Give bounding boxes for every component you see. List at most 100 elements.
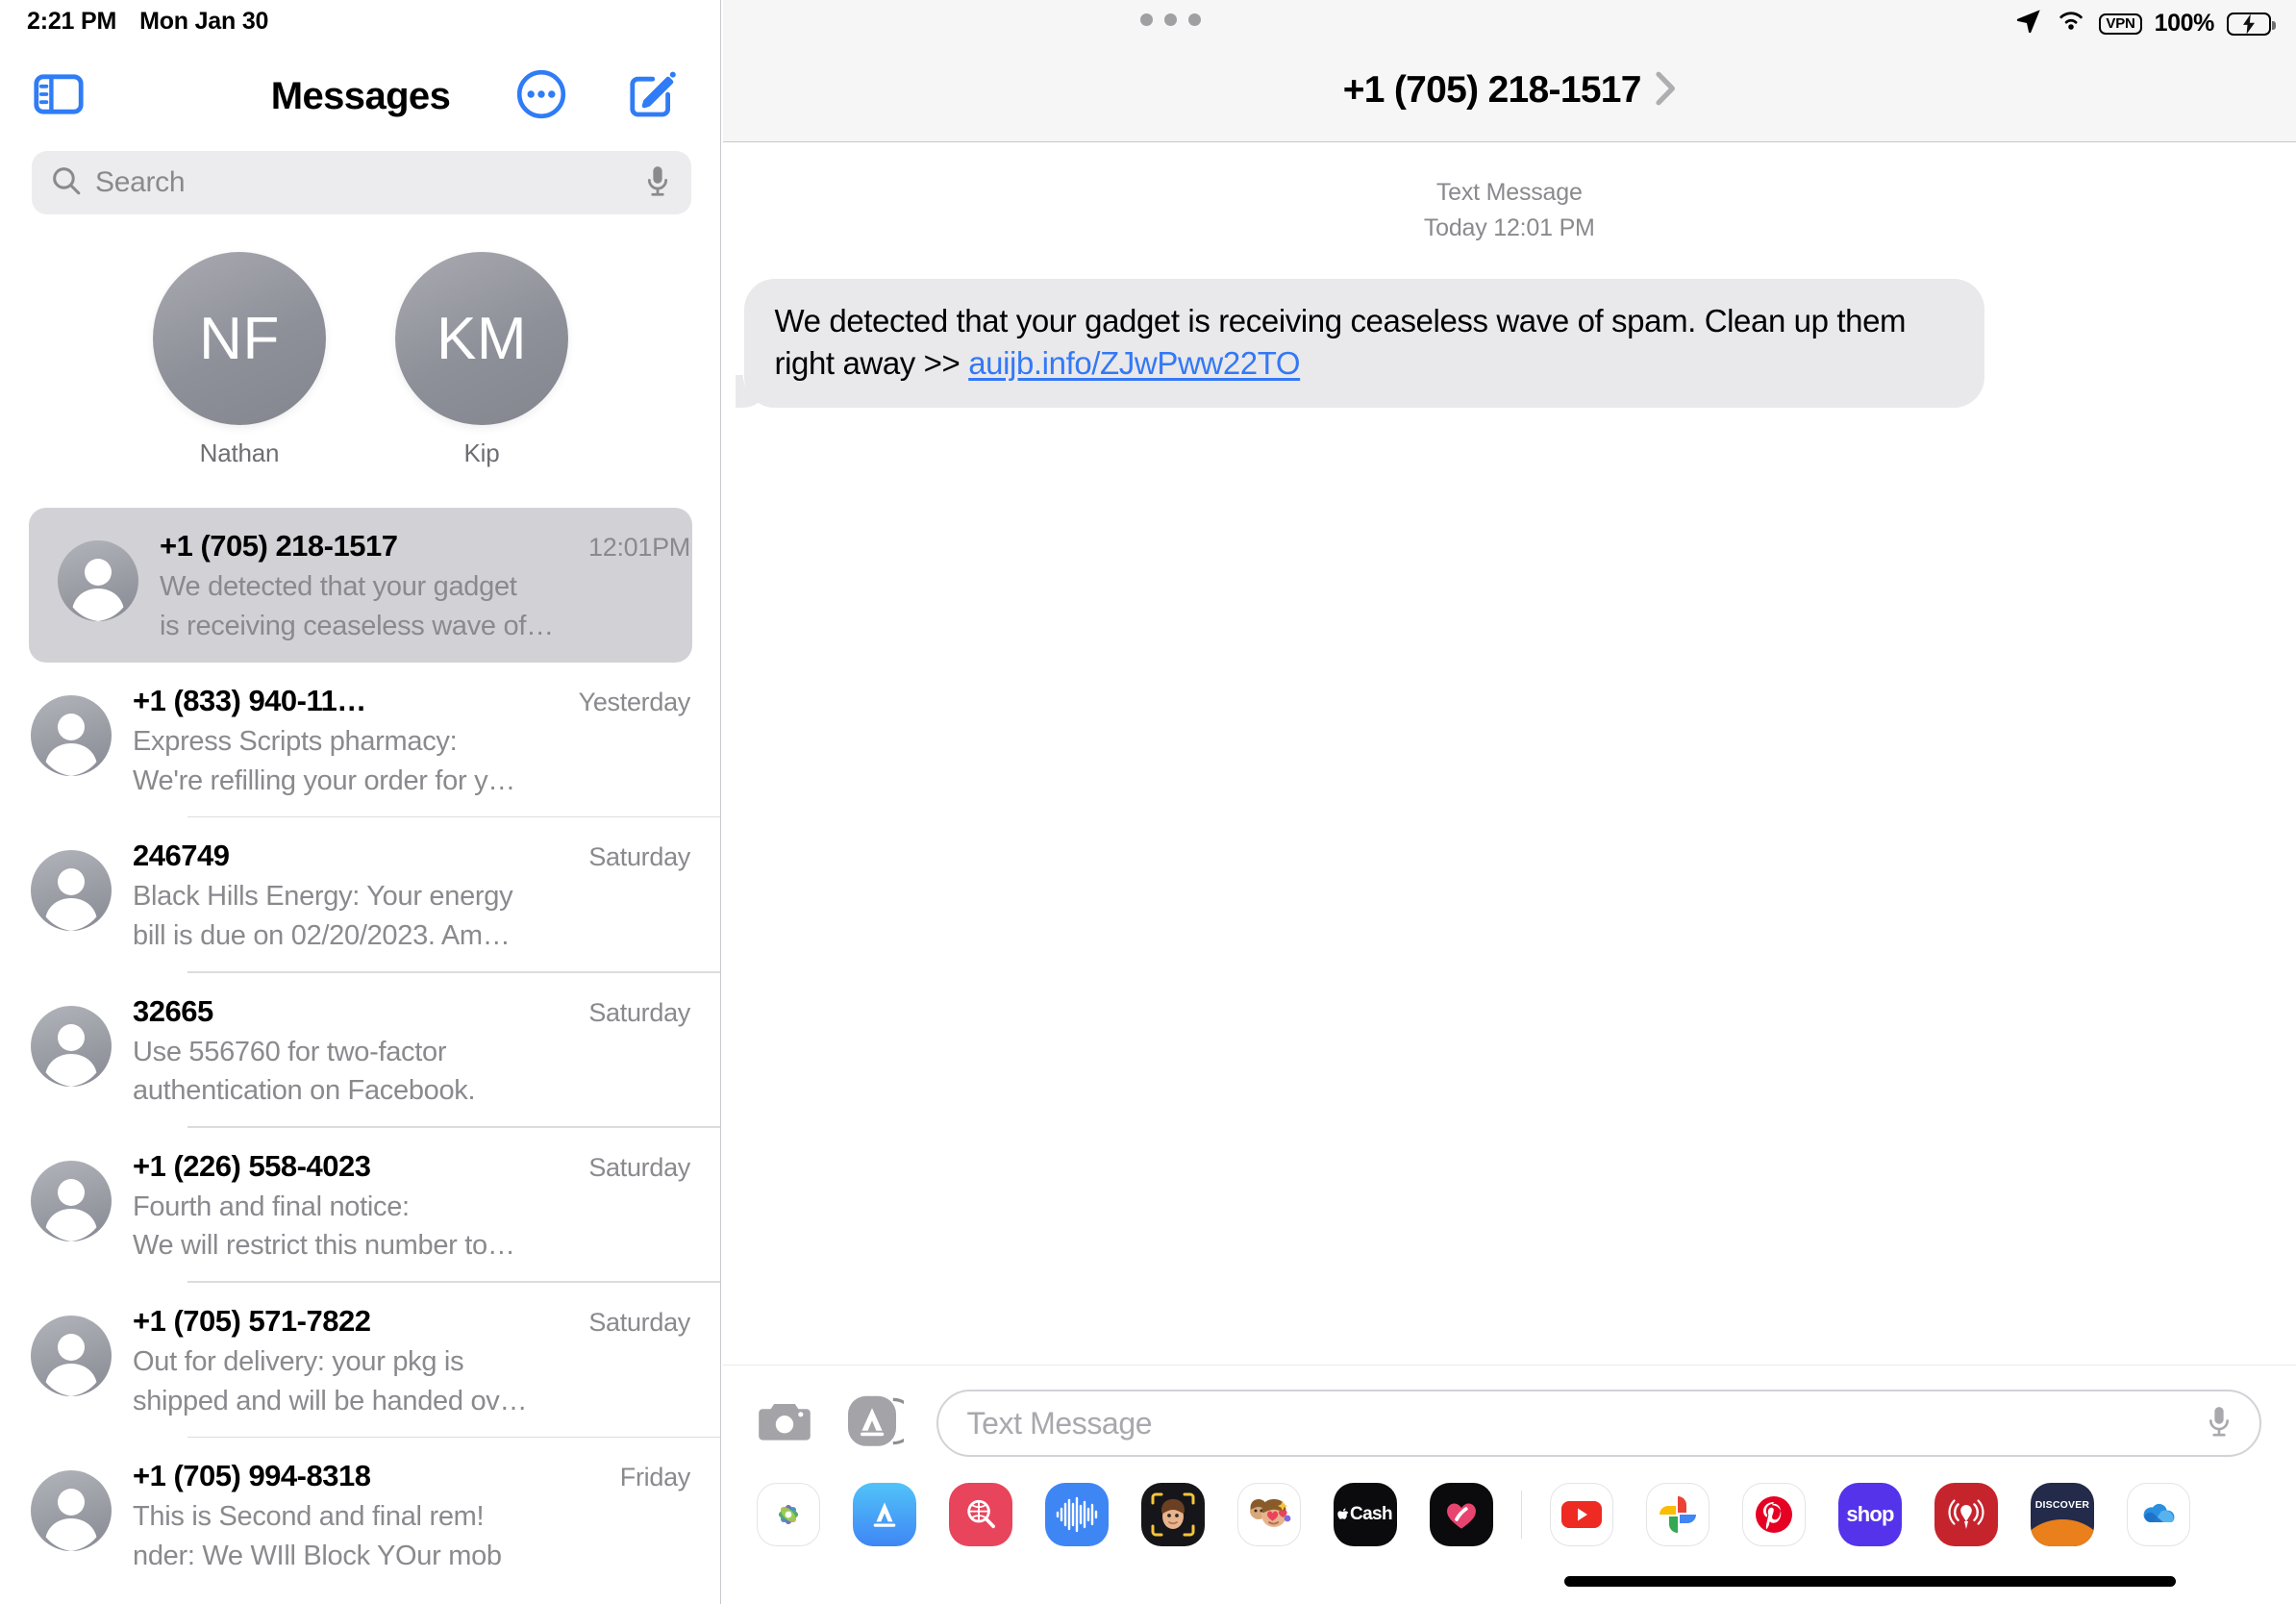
- preview-line: Express Scripts pharmacy:: [133, 726, 458, 758]
- conversation-row[interactable]: 246749 Saturday Black Hills Energy: Your…: [0, 817, 720, 973]
- chat-title: +1 (705) 218-1517: [1342, 69, 1642, 111]
- search-input[interactable]: [95, 166, 634, 199]
- chat-panel: +1 (705) 218-1517 Text Message Today 12:…: [722, 0, 2296, 1604]
- avatar-icon: [58, 540, 138, 621]
- onedrive-app-icon[interactable]: [2127, 1483, 2190, 1546]
- conversation-body: +1 (705) 994-8318 Friday This is Second …: [133, 1455, 690, 1575]
- message-time-label: Today 12:01 PM: [1423, 214, 1595, 241]
- chevron-right-icon[interactable]: [1655, 71, 1676, 111]
- digital-touch-app-icon[interactable]: [1429, 1483, 1493, 1546]
- images-search-app-icon[interactable]: [948, 1483, 1012, 1546]
- avatar: NF: [153, 252, 326, 425]
- preview-line: bill is due on 02/20/2023. Am…: [133, 919, 511, 951]
- conversation-time: Saturday: [588, 997, 690, 1027]
- preview-line: Out for delivery: your pkg is: [133, 1345, 464, 1377]
- app-store-app-icon[interactable]: [852, 1483, 916, 1546]
- avatar-icon: [31, 1315, 112, 1396]
- conversation-name: 246749: [133, 839, 230, 873]
- conversation-row[interactable]: +1 (705) 218-1517 12:01PM We detected th…: [29, 508, 692, 664]
- avatar-icon: [31, 1470, 112, 1552]
- avatar: KM: [395, 252, 568, 425]
- preview-line: We're refilling your order for y…: [133, 764, 516, 796]
- more-circle-icon[interactable]: [514, 67, 568, 121]
- ipad-messages-screen: 2:21 PM Mon Jan 30 VPN 100% Messages Sea…: [0, 0, 2296, 1604]
- microphone-icon[interactable]: [643, 164, 672, 202]
- conversation-name: +1 (705) 994-8318: [133, 1459, 371, 1493]
- compose-icon[interactable]: [625, 67, 679, 121]
- conversation-time: Friday: [619, 1463, 691, 1492]
- discover-label: DISCOVER: [2034, 1499, 2090, 1511]
- status-bar-left: 2:21 PM Mon Jan 30: [27, 8, 268, 36]
- pinterest-app-icon[interactable]: [1742, 1483, 1806, 1546]
- page-title: Messages: [270, 75, 451, 117]
- conversation-preview: This is Second and final rem! nder: We W…: [133, 1497, 690, 1575]
- message-input-field[interactable]: [936, 1390, 2261, 1457]
- conversation-name: 32665: [133, 993, 213, 1028]
- message-timestamp: Text Message Today 12:01 PM: [723, 179, 2296, 242]
- conversation-time: Saturday: [588, 1152, 690, 1182]
- message-type-label: Text Message: [1435, 179, 1583, 206]
- pinned-contact[interactable]: KM Kip: [395, 252, 568, 468]
- conversation-row[interactable]: +1 (705) 994-8318 Friday This is Second …: [0, 1438, 720, 1592]
- pinned-contact-name: Kip: [463, 439, 500, 467]
- avatar-icon: [31, 1005, 112, 1087]
- avatar-icon: [31, 1160, 112, 1241]
- conversation-list: +1 (705) 218-1517 12:01PM We detected th…: [0, 508, 720, 1604]
- preview-line: Black Hills Energy: Your energy: [133, 881, 513, 913]
- message-row: We detected that your gadget is receivin…: [723, 279, 2296, 408]
- message-thread: Text Message Today 12:01 PM We detected …: [723, 142, 2296, 1365]
- app-store-icon[interactable]: [846, 1393, 916, 1454]
- message-text: We detected that your gadget is receivin…: [774, 303, 1907, 381]
- camera-icon[interactable]: [758, 1398, 811, 1449]
- imessage-app-drawer: Cash shop DISCOVER: [723, 1470, 2296, 1559]
- search-icon: [51, 165, 82, 201]
- home-indicator[interactable]: [1563, 1576, 2176, 1587]
- conversation-time: Saturday: [588, 842, 690, 872]
- preview-line: This is Second and final rem!: [133, 1501, 485, 1533]
- conversation-preview: Express Scripts pharmacy: We're refillin…: [133, 722, 690, 800]
- conversation-row[interactable]: +1 (226) 558-4023 Saturday Fourth and fi…: [0, 1128, 720, 1283]
- conversation-preview: We detected that your gadget is receivin…: [160, 567, 690, 645]
- conversation-row[interactable]: +1 (705) 571-7822 Saturday Out for deliv…: [0, 1283, 720, 1439]
- conversation-name: +1 (705) 218-1517: [160, 529, 398, 563]
- conversation-time: 12:01PM: [588, 533, 690, 562]
- preview-line: Fourth and final notice:: [133, 1190, 410, 1222]
- photos-app-icon[interactable]: [756, 1483, 820, 1546]
- preview-line: We will restrict this number to…: [133, 1230, 515, 1262]
- voice-memo-app-icon[interactable]: [1044, 1483, 1109, 1546]
- conversation-row[interactable]: +1 (833) 940-11… Yesterday Express Scrip…: [0, 663, 720, 818]
- pinned-contacts: NF Nathan KM Kip: [0, 252, 720, 468]
- youtube-app-icon[interactable]: [1550, 1483, 1613, 1546]
- multitasking-handle-icon[interactable]: [1140, 13, 1201, 26]
- conversation-time: Saturday: [588, 1307, 690, 1337]
- message-link[interactable]: auijb.info/ZJwPww22TO: [968, 345, 1300, 381]
- wifi-icon: [2056, 9, 2086, 38]
- message-bubble-incoming[interactable]: We detected that your gadget is receivin…: [743, 279, 1984, 408]
- memoji-app-icon[interactable]: [1140, 1483, 1205, 1546]
- messages-sidebar: Messages Search NF Nathan KM Kip +1 (705…: [0, 0, 721, 1604]
- google-photos-app-icon[interactable]: [1646, 1483, 1710, 1546]
- apple-cash-app-icon[interactable]: Cash: [1333, 1483, 1397, 1546]
- shop-app-icon[interactable]: shop: [1838, 1483, 1902, 1546]
- iheartradio-app-icon[interactable]: [1934, 1483, 1998, 1546]
- conversation-body: +1 (226) 558-4023 Saturday Fourth and fi…: [133, 1145, 690, 1266]
- apple-cash-label: Cash: [1349, 1504, 1393, 1524]
- search-bar[interactable]: [32, 151, 691, 214]
- message-input[interactable]: [966, 1405, 2206, 1441]
- pinned-contact[interactable]: NF Nathan: [153, 252, 326, 468]
- conversation-body: +1 (705) 571-7822 Saturday Out for deliv…: [133, 1300, 690, 1420]
- chat-contact-button[interactable]: +1 (705) 218-1517: [723, 69, 2296, 112]
- conversation-row[interactable]: 32665 Saturday Use 556760 for two-factor…: [0, 973, 720, 1128]
- preview-line: Use 556760 for two-factor: [133, 1036, 447, 1067]
- pinned-contact-name: Nathan: [199, 439, 280, 467]
- discover-app-icon[interactable]: DISCOVER: [2031, 1483, 2094, 1546]
- avatar-icon: [31, 850, 112, 932]
- sidebar-toolbar: Messages: [0, 50, 720, 137]
- conversation-name: +1 (833) 940-11…: [133, 684, 366, 718]
- microphone-icon[interactable]: [2206, 1405, 2233, 1442]
- memoji-stickers-app-icon[interactable]: [1236, 1483, 1301, 1546]
- status-date: Mon Jan 30: [139, 8, 269, 35]
- discover-swoosh: [2031, 1519, 2094, 1546]
- status-bar-right: VPN 100%: [2014, 7, 2276, 40]
- preview-line: We detected that your gadget: [160, 571, 517, 602]
